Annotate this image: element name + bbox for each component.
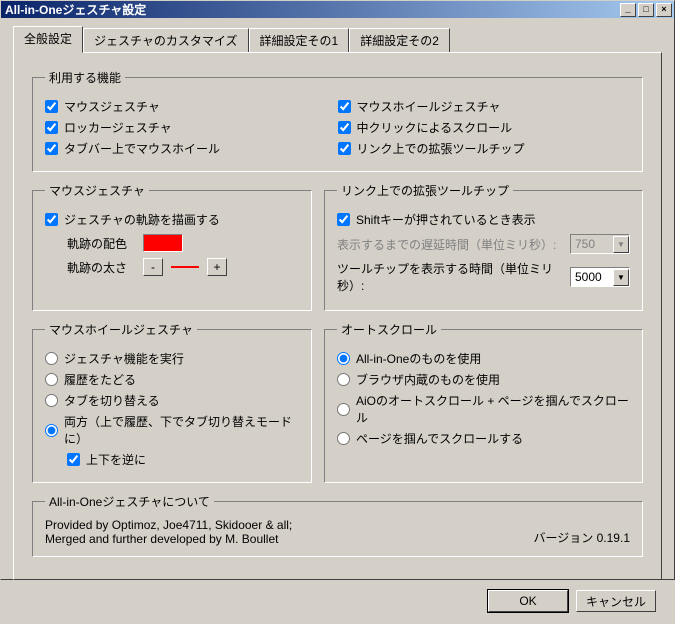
radio-wheel-history-input[interactable]	[45, 373, 58, 386]
tab-strip: 全般設定 ジェスチャのカスタマイズ 詳細設定その1 詳細設定その2	[13, 26, 662, 52]
dialog-window: All-in-Oneジェスチャ設定 _ □ × 全般設定 ジェスチャのカスタマイ…	[0, 0, 675, 580]
radio-as-aio-input[interactable]	[337, 352, 350, 365]
radio-as-aio-label: All-in-Oneのものを使用	[356, 350, 481, 367]
chk-wheel-reverse-label: 上下を逆に	[86, 451, 146, 468]
chk-wheel-gesture-input[interactable]	[338, 100, 351, 113]
radio-as-browser-input[interactable]	[337, 373, 350, 386]
radio-wheel-history-label: 履歴をたどる	[64, 371, 136, 388]
trail-width-preview	[171, 266, 199, 268]
chk-middle-scroll-input[interactable]	[338, 121, 351, 134]
close-button[interactable]: ×	[656, 3, 672, 17]
radio-wheel-tabs-label: タブを切り替える	[64, 392, 160, 409]
radio-as-browser[interactable]: ブラウザ内蔵のものを使用	[337, 371, 630, 388]
chk-link-tooltip-label: リンク上での拡張ツールチップ	[357, 140, 525, 157]
ok-button[interactable]: OK	[488, 590, 568, 612]
radio-as-grab-combo-label: AiOのオートスクロール + ページを掴んでスクロール	[356, 392, 630, 426]
chk-rocker-gesture-label: ロッカージェスチャ	[64, 119, 172, 136]
group-autoscroll-legend: オートスクロール	[337, 321, 441, 338]
chk-shift-show-input[interactable]	[337, 213, 350, 226]
tab-panel: 利用する機能 マウスジェスチャ ロッカージェスチャ タブ	[13, 52, 662, 580]
maximize-button[interactable]: □	[638, 3, 654, 17]
trail-width-plus[interactable]: +	[207, 258, 227, 276]
radio-wheel-history[interactable]: 履歴をたどる	[45, 371, 299, 388]
radio-wheel-both-label: 両方（上で履歴、下でタブ切り替えモードに）	[64, 413, 299, 447]
chk-wheel-reverse-input[interactable]	[67, 453, 80, 466]
chk-wheel-reverse[interactable]: 上下を逆に	[67, 451, 299, 468]
group-wheel-gesture: マウスホイールジェスチャ ジェスチャ機能を実行 履歴をたどる タブを切り替える	[32, 321, 312, 483]
trail-color-label: 軌跡の配色	[67, 235, 137, 252]
cancel-button[interactable]: キャンセル	[576, 590, 656, 612]
radio-wheel-tabs-input[interactable]	[45, 394, 58, 407]
radio-as-grab-label: ページを掴んでスクロールする	[356, 430, 523, 447]
tooltip-duration-label: ツールチップを表示する時間（単位ミリ秒）:	[337, 260, 564, 294]
chk-wheel-gesture-label: マウスホイールジェスチャ	[357, 98, 501, 115]
chk-middle-scroll-label: 中クリックによるスクロール	[357, 119, 513, 136]
radio-wheel-both-input[interactable]	[45, 424, 58, 437]
trail-width-minus[interactable]: -	[143, 258, 163, 276]
radio-as-grab-input[interactable]	[337, 432, 350, 445]
tooltip-delay-label: 表示するまでの遅延時間（単位ミリ秒）:	[337, 236, 564, 253]
group-wheel-gesture-legend: マウスホイールジェスチャ	[45, 321, 197, 338]
radio-as-grab-combo[interactable]: AiOのオートスクロール + ページを掴んでスクロール	[337, 392, 630, 426]
about-line2: Merged and further developed by M. Boull…	[45, 532, 534, 546]
group-features-legend: 利用する機能	[45, 69, 125, 86]
window-title: All-in-Oneジェスチャ設定	[5, 1, 618, 18]
tooltip-duration-select[interactable]: 5000 ▼	[570, 267, 630, 287]
group-features: 利用する機能 マウスジェスチャ ロッカージェスチャ タブ	[32, 69, 643, 172]
chk-mouse-gesture[interactable]: マウスジェスチャ	[45, 98, 338, 115]
radio-as-aio[interactable]: All-in-Oneのものを使用	[337, 350, 630, 367]
radio-as-grab-combo-input[interactable]	[337, 403, 350, 416]
chk-draw-trail-input[interactable]	[45, 213, 58, 226]
radio-wheel-tabs[interactable]: タブを切り替える	[45, 392, 299, 409]
titlebar: All-in-Oneジェスチャ設定 _ □ ×	[1, 1, 674, 18]
chk-rocker-gesture-input[interactable]	[45, 121, 58, 134]
chk-rocker-gesture[interactable]: ロッカージェスチャ	[45, 119, 338, 136]
dialog-buttons: OK キャンセル	[13, 580, 662, 616]
radio-wheel-both[interactable]: 両方（上で履歴、下でタブ切り替えモードに）	[45, 413, 299, 447]
radio-as-browser-label: ブラウザ内蔵のものを使用	[356, 371, 500, 388]
trail-color-swatch[interactable]	[143, 234, 183, 252]
tab-advanced1[interactable]: 詳細設定その1	[249, 28, 350, 52]
chk-shift-show[interactable]: Shiftキーが押されているとき表示	[337, 211, 630, 228]
radio-wheel-exec[interactable]: ジェスチャ機能を実行	[45, 350, 299, 367]
group-link-tooltip: リンク上での拡張ツールチップ Shiftキーが押されているとき表示 表示するまで…	[324, 182, 643, 311]
tab-customize[interactable]: ジェスチャのカスタマイズ	[83, 28, 249, 52]
chk-draw-trail-label: ジェスチャの軌跡を描画する	[64, 211, 220, 228]
chk-tabbar-wheel-input[interactable]	[45, 142, 58, 155]
group-about-legend: All-in-Oneジェスチャについて	[45, 493, 214, 510]
radio-wheel-exec-input[interactable]	[45, 352, 58, 365]
group-about: All-in-Oneジェスチャについて Provided by Optimoz,…	[32, 493, 643, 557]
tab-general[interactable]: 全般設定	[13, 26, 83, 53]
chk-shift-show-label: Shiftキーが押されているとき表示	[356, 211, 536, 228]
chk-tabbar-wheel-label: タブバー上でマウスホイール	[64, 140, 220, 157]
group-autoscroll: オートスクロール All-in-Oneのものを使用 ブラウザ内蔵のものを使用 A…	[324, 321, 643, 483]
about-line1: Provided by Optimoz, Joe4711, Skidooer &…	[45, 518, 534, 532]
tooltip-duration-value: 5000	[575, 270, 602, 284]
about-version: バージョン 0.19.1	[534, 529, 630, 546]
trail-width-label: 軌跡の太さ	[67, 259, 137, 276]
chk-mouse-gesture-input[interactable]	[45, 100, 58, 113]
tab-advanced2[interactable]: 詳細設定その2	[349, 28, 450, 52]
chk-wheel-gesture[interactable]: マウスホイールジェスチャ	[338, 98, 631, 115]
group-mouse-gesture: マウスジェスチャ ジェスチャの軌跡を描画する 軌跡の配色 軌跡の太さ - +	[32, 182, 312, 311]
group-link-tooltip-legend: リンク上での拡張ツールチップ	[337, 182, 513, 199]
group-mouse-gesture-legend: マウスジェスチャ	[45, 182, 149, 199]
minimize-button[interactable]: _	[620, 3, 636, 17]
chk-tabbar-wheel[interactable]: タブバー上でマウスホイール	[45, 140, 338, 157]
chk-draw-trail[interactable]: ジェスチャの軌跡を描画する	[45, 211, 299, 228]
chevron-down-icon[interactable]: ▼	[613, 269, 629, 286]
chk-mouse-gesture-label: マウスジェスチャ	[64, 98, 160, 115]
chk-middle-scroll[interactable]: 中クリックによるスクロール	[338, 119, 631, 136]
client-area: 全般設定 ジェスチャのカスタマイズ 詳細設定その1 詳細設定その2 利用する機能…	[1, 18, 674, 624]
radio-as-grab[interactable]: ページを掴んでスクロールする	[337, 430, 630, 447]
chk-link-tooltip[interactable]: リンク上での拡張ツールチップ	[338, 140, 631, 157]
tooltip-delay-select: 750 ▼	[570, 234, 630, 254]
radio-wheel-exec-label: ジェスチャ機能を実行	[64, 350, 184, 367]
chk-link-tooltip-input[interactable]	[338, 142, 351, 155]
tooltip-delay-value: 750	[575, 237, 595, 251]
chevron-down-icon: ▼	[613, 236, 629, 253]
